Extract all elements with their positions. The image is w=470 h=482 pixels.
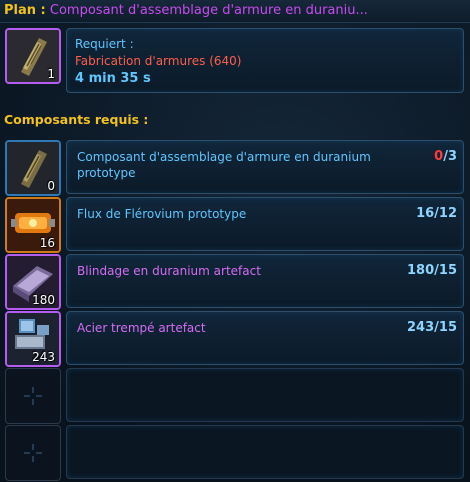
blueprint-quantity: 1 xyxy=(47,67,55,81)
title-prefix: Plan : xyxy=(4,3,46,18)
component-need: 15 xyxy=(438,320,457,335)
component-slot[interactable]: 243 xyxy=(5,311,61,367)
requirements-panel: Requiert : Fabrication d'armures (640) 4… xyxy=(66,28,464,93)
component-slot-quantity: 0 xyxy=(47,179,55,193)
component-name: Blindage en duranium artefact xyxy=(77,264,261,278)
component-name: Acier trempé artefact xyxy=(77,321,206,335)
component-slot[interactable]: 180 xyxy=(5,254,61,310)
empty-component-slot[interactable] xyxy=(5,425,61,481)
component-slot[interactable]: 16 xyxy=(5,197,61,253)
required-skill: Fabrication d'armures (640) xyxy=(75,54,242,68)
component-slot-quantity: 180 xyxy=(32,293,55,307)
component-count: 16/12 xyxy=(416,206,457,221)
component-slot-quantity: 243 xyxy=(32,350,55,364)
schematic-title: Composant d'assemblage d'armure en duran… xyxy=(49,3,368,18)
empty-slot-icon xyxy=(24,387,42,405)
craft-time: 4 min 35 s xyxy=(75,71,151,86)
component-name: Composant d'assemblage d'armure en duran… xyxy=(77,150,371,180)
empty-component-row xyxy=(66,368,464,422)
empty-component-row xyxy=(66,425,464,479)
requires-label: Requiert : xyxy=(75,37,134,51)
blueprint-item-slot[interactable]: 1 xyxy=(5,28,61,84)
components-heading: Composants requis : xyxy=(4,112,149,127)
component-need: 12 xyxy=(438,206,457,221)
component-count: 180/15 xyxy=(407,263,457,278)
component-row: Composant d'assemblage d'armure en duran… xyxy=(66,140,464,194)
component-have: 16 xyxy=(416,206,435,221)
empty-slot-icon xyxy=(24,444,42,462)
component-need: 3 xyxy=(447,149,457,164)
empty-component-slot[interactable] xyxy=(5,368,61,424)
tooltip-title-bar: Plan : Composant d'assemblage d'armure e… xyxy=(0,0,470,23)
component-slot-quantity: 16 xyxy=(39,236,55,250)
component-slot[interactable]: 0 xyxy=(5,140,61,196)
crafting-tooltip: Plan : Composant d'assemblage d'armure e… xyxy=(0,0,470,482)
component-name: Flux de Flérovium prototype xyxy=(77,207,247,221)
component-row: Flux de Flérovium prototype 16/12 xyxy=(66,197,464,251)
component-count: 243/15 xyxy=(407,320,457,335)
component-have: 0 xyxy=(434,149,444,164)
component-have: 180 xyxy=(407,263,435,278)
component-row: Acier trempé artefact 243/15 xyxy=(66,311,464,365)
component-count: 0/3 xyxy=(434,149,457,164)
component-row: Blindage en duranium artefact 180/15 xyxy=(66,254,464,308)
component-have: 243 xyxy=(407,320,435,335)
component-need: 15 xyxy=(438,263,457,278)
